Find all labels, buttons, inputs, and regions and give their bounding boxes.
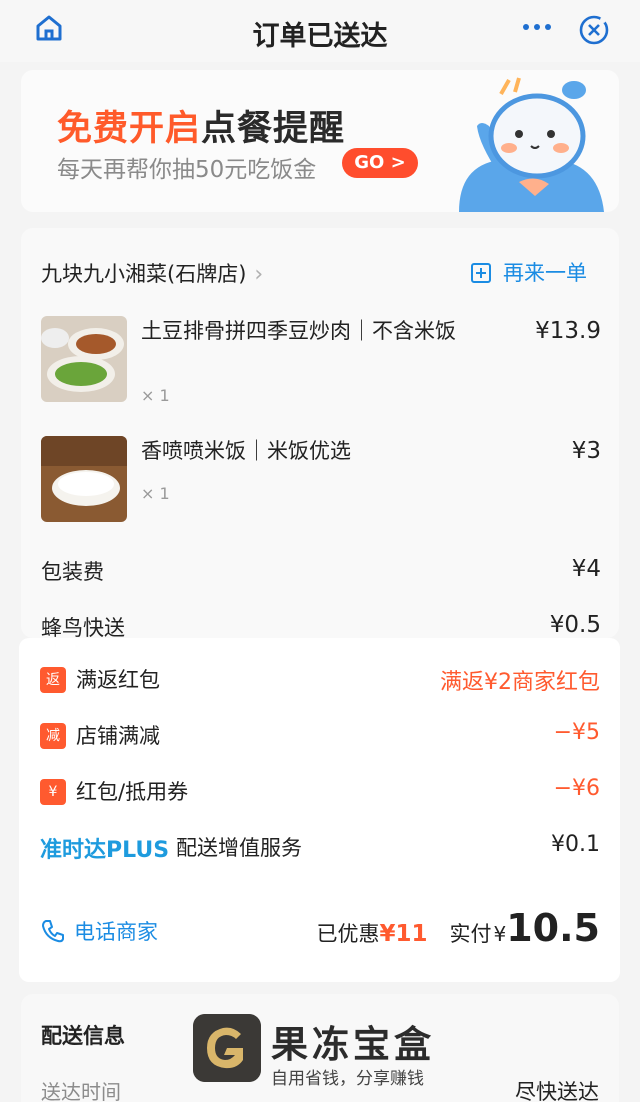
watermark: 果冻宝盒 自用省钱，分享赚钱 [193,1014,473,1089]
g-logo-icon [193,1014,261,1082]
mascot-illustration [459,77,604,212]
item-name: 香喷喷米饭｜米饭优选 [141,439,351,463]
fee-value: ¥0.5 [549,612,601,638]
discount-value: −¥6 [553,776,600,801]
discount-value: 满返¥2商家红包 [440,670,600,695]
item-price: ¥3 [571,438,601,464]
dish-photo-2 [41,436,127,522]
go-button[interactable]: GO > [342,148,418,178]
shop-name-link[interactable]: 九块九小湘菜(石牌店) › [41,258,263,288]
item-quantity: × 1 [141,484,170,503]
banner-subtitle: 每天再帮你抽50元吃饭金 [57,157,317,183]
reminder-banner[interactable]: 免费开启点餐提醒 每天再帮你抽50元吃饭金 GO > [21,70,619,212]
payment-summary: 已优惠¥11 实付 ¥10.5 [316,906,600,950]
return-tag-icon: 返 [40,667,66,693]
call-merchant-button[interactable]: 电话商家 [40,916,158,946]
order-item: 土豆排骨拼四季豆炒肉｜不含米饭 × 1 ¥13.9 [41,316,601,416]
discount-label: 满返红包 [76,668,160,692]
plus-service-row: 准时达PLUS 配送增值服务 ¥0.1 [40,832,600,864]
more-icon[interactable] [520,17,554,37]
top-bar: 订单已送达 [0,0,640,62]
discount-label: 红包/抵用券 [76,780,189,804]
item-price: ¥13.9 [535,318,601,344]
delivery-time-label: 送达时间 [41,1080,121,1102]
saved-label: 已优惠 [316,922,380,946]
saved-value: ¥11 [379,921,428,947]
order-card: 九块九小湘菜(石牌店) › 再来一单 土豆排骨拼四季豆炒肉｜不含米饭 × 1 ¥1… [21,228,619,640]
banner-headline-accent: 免费开启 [57,109,202,149]
discount-label: 店铺满减 [76,724,160,748]
discount-panel: 返 满返红包 满返¥2商家红包 减 店铺满减 −¥5 ¥ 红包/抵用券 −¥6 … [19,638,620,982]
order-item: 香喷喷米饭｜米饭优选 × 1 ¥3 [41,436,601,526]
plus-service-value: ¥0.1 [551,832,600,857]
discount-row: 返 满返红包 满返¥2商家红包 [40,664,600,696]
discount-value: −¥5 [553,720,600,745]
fee-label: 蜂鸟快送 [41,616,125,640]
fee-value: ¥4 [571,556,601,582]
plus-service-label: 配送增值服务 [176,836,302,860]
currency-symbol: ¥ [493,922,507,946]
fee-label: 包装费 [41,560,104,584]
reorder-button[interactable]: 再来一单 [471,257,601,287]
reduce-tag-icon: 减 [40,723,66,749]
discount-row: ¥ 红包/抵用券 −¥6 [40,776,600,808]
yuan-tag-icon: ¥ [40,779,66,805]
call-merchant-label: 电话商家 [74,920,158,944]
banner-headline-main: 点餐提醒 [201,109,346,149]
delivery-title: 配送信息 [41,1024,125,1048]
chevron-right-icon: › [254,262,264,287]
watermark-subtitle: 自用省钱，分享赚钱 [271,1069,424,1089]
close-icon[interactable] [578,14,610,46]
item-name: 土豆排骨拼四季豆炒肉｜不含米饭 [141,319,456,343]
watermark-title: 果冻宝盒 [271,1023,435,1066]
packaging-fee-row: 包装费 ¥4 [41,556,601,586]
dish-photo-1 [41,316,127,402]
shop-name: 九块九小湘菜(石牌店) [41,262,247,286]
paid-label: 实付 [449,922,492,946]
delivery-time-value: 尽快送达 [515,1080,599,1102]
reorder-label: 再来一单 [503,261,587,285]
order-total-row: 电话商家 已优惠¥11 实付 ¥10.5 [40,906,600,950]
plus-brand: 准时达PLUS [40,838,170,863]
item-quantity: × 1 [141,386,170,405]
discount-row: 减 店铺满减 −¥5 [40,720,600,752]
banner-headline: 免费开启点餐提醒 [57,100,345,151]
paid-amount: 10.5 [506,906,600,950]
phone-icon [42,920,64,943]
plus-square-icon [471,263,491,283]
